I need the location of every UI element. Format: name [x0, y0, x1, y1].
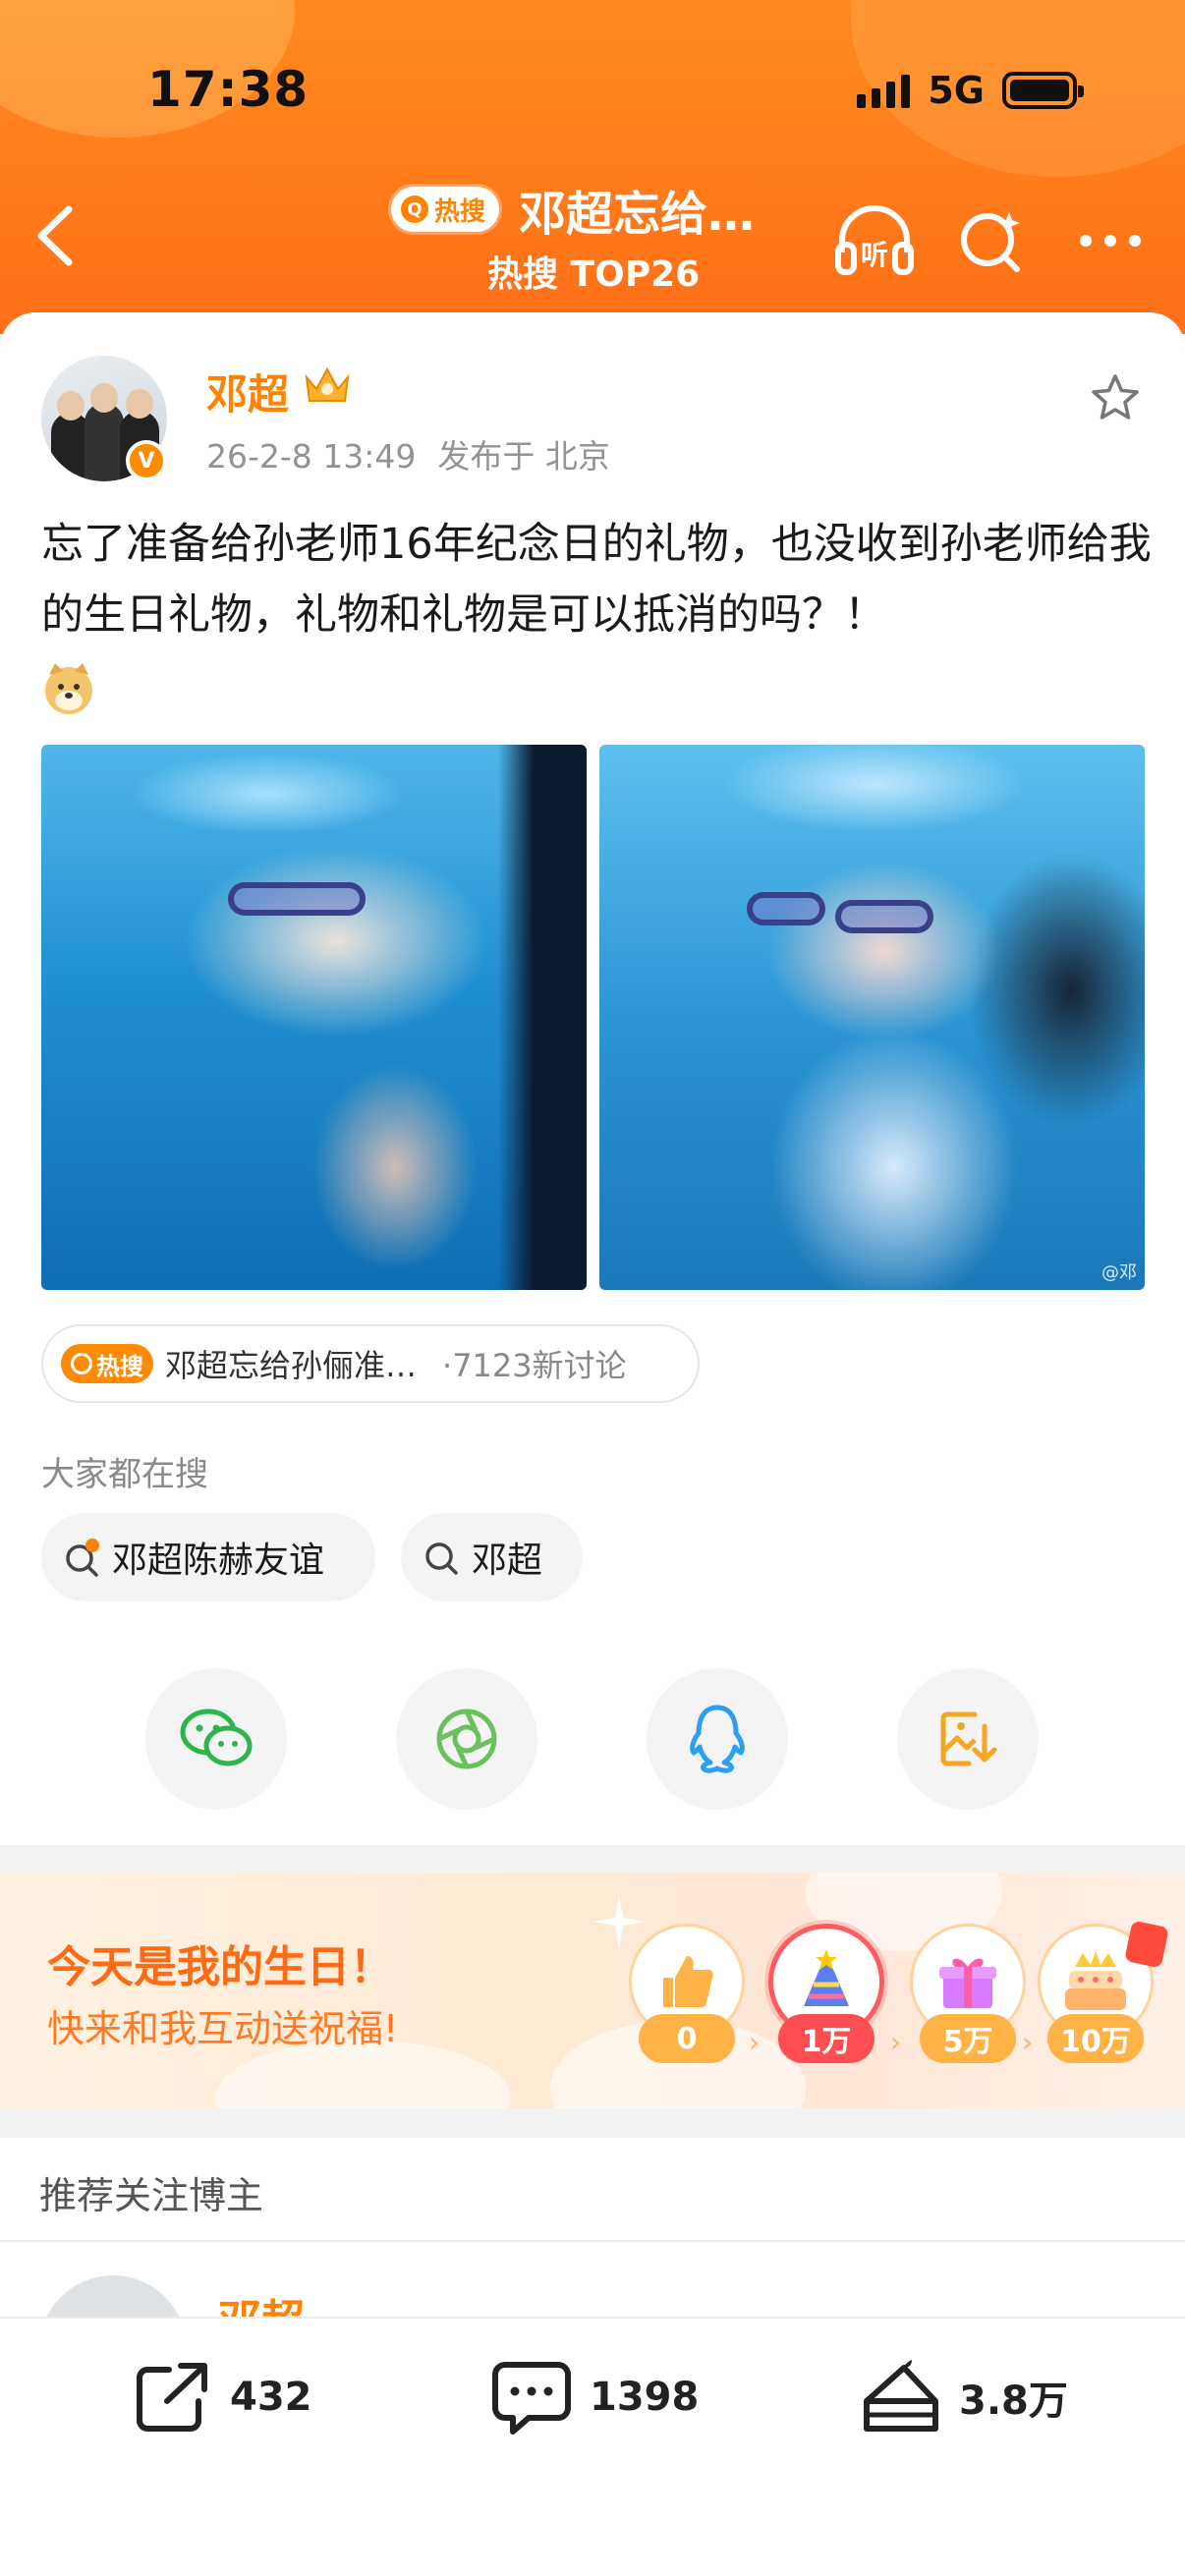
crown-badge-icon	[305, 366, 350, 402]
moments-icon	[436, 1708, 497, 1769]
repost-icon	[137, 2363, 207, 2432]
hot-topic-link[interactable]: 热搜 邓超忘给孙俪准… ·7123新讨论	[41, 1324, 700, 1403]
red-envelope-icon	[1124, 1920, 1169, 1969]
headphones-icon: 听	[835, 205, 914, 275]
repost-count: 432	[230, 2375, 312, 2420]
search-icon	[71, 1353, 92, 1374]
favorite-star-icon[interactable]	[1089, 371, 1142, 424]
author-name[interactable]: 邓超	[206, 362, 289, 421]
post-text: 忘了准备给孙老师16年纪念日的礼物，也没收到孙老师给我的生日礼物，礼物和礼物是可…	[41, 509, 1152, 721]
chevron-right-icon: ›	[749, 2026, 761, 2058]
bottom-action-bar: 432 1398 3.8万	[0, 2319, 1185, 2576]
search-sparkle-icon	[961, 212, 1020, 272]
share-wechat-button[interactable]	[145, 1668, 287, 1810]
like-count: 3.8万	[959, 2379, 1068, 2424]
comment-icon	[492, 2362, 571, 2435]
more-button[interactable]	[1066, 196, 1155, 285]
search-button[interactable]	[948, 196, 1037, 285]
network-label: 5G	[928, 69, 985, 112]
milestone-label: 1万	[778, 2014, 875, 2063]
post-meta: 26-2-8 13:49 发布于 北京	[206, 430, 610, 477]
milestone-label: 5万	[920, 2014, 1016, 2063]
hot-search-badge: 热搜	[61, 1344, 153, 1383]
more-icon	[1080, 235, 1141, 247]
milestone-label: 10万	[1047, 2014, 1144, 2063]
post-image-2[interactable]: @邓	[599, 745, 1145, 1290]
topic-count: ·7123新讨论	[442, 1347, 627, 1384]
related-search-label: 大家都在搜	[41, 1455, 208, 1494]
recommend-title: 推荐关注博主	[39, 2174, 264, 2217]
page-title: 邓超忘给…	[519, 187, 756, 242]
listen-button[interactable]: 听	[830, 196, 919, 285]
post-location: 发布于 北京	[437, 437, 610, 476]
thumbs-up-icon	[663, 1956, 713, 2007]
birthday-title: 今天是我的生日！	[47, 1942, 393, 1992]
qq-icon	[690, 1705, 745, 1773]
birthday-subtitle: 快来和我互动送祝福!	[47, 2007, 399, 2050]
milestone-label: 0	[639, 2014, 735, 2063]
sparkle-icon	[592, 1894, 647, 1949]
hot-search-tag: Q 热搜	[391, 187, 500, 232]
cake-like-icon	[864, 2360, 938, 2432]
wechat-icon	[180, 1708, 253, 1766]
party-hat-icon	[804, 1949, 849, 2006]
topic-title: 邓超忘给孙俪准…	[165, 1347, 418, 1384]
status-time: 17:38	[147, 61, 310, 118]
page-subtitle: 热搜 TOP26	[487, 254, 701, 295]
post-date: 26-2-8 13:49	[206, 437, 417, 476]
back-icon[interactable]	[31, 201, 81, 270]
divider	[0, 2240, 1185, 2242]
comment-count: 1398	[590, 2375, 700, 2420]
chevron-right-icon: ›	[1022, 2026, 1034, 2058]
top-header: 17:38 5G Q 热搜 邓超忘给… 热搜 TOP26 听	[0, 0, 1185, 334]
chevron-right-icon: ›	[890, 2026, 902, 2058]
image-watermark: @邓	[1101, 1262, 1137, 1283]
share-moments-button[interactable]	[396, 1668, 537, 1810]
cake-icon	[1065, 1951, 1126, 2010]
like-button[interactable]: 3.8万	[861, 2358, 1068, 2436]
battery-icon	[1002, 72, 1084, 109]
post-image-1[interactable]	[41, 745, 587, 1290]
search-chip[interactable]: 邓超	[401, 1513, 583, 1601]
gift-icon	[939, 1958, 996, 2008]
search-icon	[425, 1542, 458, 1575]
verified-badge-icon: V	[126, 440, 167, 481]
signal-icon	[857, 73, 911, 108]
birthday-banner[interactable]: 今天是我的生日！ 快来和我互动送祝福! 0 › 1万 › 5万 › 10万	[0, 1873, 1185, 2108]
save-image-button[interactable]	[897, 1668, 1039, 1810]
share-row	[0, 1668, 1185, 1816]
save-image-icon	[940, 1711, 997, 1766]
post-card: V 邓超 26-2-8 13:49 发布于 北京 忘了准备给孙老师16年纪念日的礼…	[0, 312, 1185, 1845]
share-qq-button[interactable]	[647, 1668, 788, 1810]
status-icons: 5G	[857, 69, 1084, 112]
repost-button[interactable]: 432	[134, 2358, 312, 2436]
comment-button[interactable]: 1398	[491, 2358, 699, 2436]
svg-text:听: 听	[861, 239, 888, 271]
search-icon: Q	[401, 196, 428, 223]
hot-search-icon	[66, 1539, 99, 1577]
search-chip[interactable]: 邓超陈赫友谊	[41, 1513, 375, 1601]
doge-emoji-icon	[45, 662, 92, 714]
